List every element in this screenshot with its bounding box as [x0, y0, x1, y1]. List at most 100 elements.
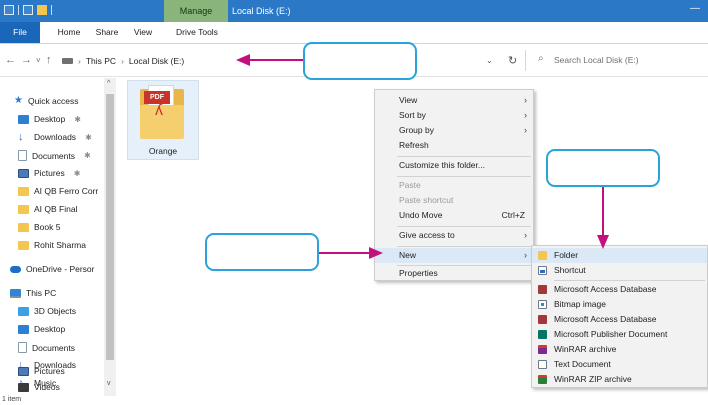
nav-this-pc[interactable]: This PC — [10, 288, 114, 298]
menu-separator — [554, 280, 705, 281]
nav-item-label: Pictures — [34, 168, 65, 178]
submenu-item-winrar-archive[interactable]: WinRAR archive — [532, 342, 707, 357]
menu-item-sort-by[interactable]: Sort by › — [375, 108, 533, 123]
nav-item-label: AI QB Final — [34, 204, 78, 214]
tab-share[interactable]: Share — [90, 22, 124, 43]
folder-icon — [18, 186, 29, 196]
video-icon — [18, 382, 29, 392]
cube-icon — [18, 306, 29, 316]
menu-item-group-by[interactable]: Group by › — [375, 123, 533, 138]
chevron-down-icon[interactable]: ⌄ — [486, 56, 493, 65]
folder-icon — [18, 222, 29, 232]
nav-onedrive[interactable]: OneDrive - Persor — [10, 264, 114, 274]
breadcrumb-this-pc[interactable]: This PC — [86, 56, 116, 66]
chevron-right-icon: › — [524, 110, 527, 120]
nav-item-label: Pictures — [34, 366, 65, 376]
search-placeholder: Search Local Disk (E:) — [554, 55, 639, 65]
access-icon — [538, 285, 547, 294]
submenu-item-text-document[interactable]: Text Document — [532, 357, 707, 372]
menu-item-paste-shortcut[interactable]: Paste shortcut — [375, 193, 533, 208]
tab-file[interactable]: File — [0, 22, 40, 43]
callout-box-new — [205, 233, 319, 271]
scroll-up-icon[interactable]: ^ — [107, 80, 110, 87]
arrow-to-folder-item — [597, 187, 609, 249]
nav-item-label: Videos — [34, 382, 60, 392]
cloud-icon — [10, 265, 21, 273]
drive-icon — [62, 58, 73, 64]
submenu-item-bitmap-image[interactable]: Bitmap image — [532, 297, 707, 312]
publisher-icon — [538, 330, 547, 339]
back-icon[interactable]: ← — [5, 54, 16, 66]
chevron-right-icon[interactable]: › — [78, 56, 81, 66]
star-icon: ★ — [14, 96, 23, 106]
navigation-pane: ★ Quick access Desktop ✱ ↓ Downloads ✱ D… — [0, 78, 116, 396]
breadcrumb-local-disk[interactable]: Local Disk (E:) — [129, 56, 184, 66]
nav-item-label: Rohit Sharma — [34, 240, 86, 250]
menu-item-customize-folder[interactable]: Customize this folder... — [375, 158, 533, 173]
file-item-orange[interactable]: PDF ʎ Orange — [127, 80, 199, 160]
nav-item-label: 3D Objects — [34, 306, 77, 316]
computer-icon — [10, 288, 21, 298]
new-submenu: Folder Shortcut Microsoft Access Databas… — [531, 245, 708, 388]
submenu-item-winrar-zip[interactable]: WinRAR ZIP archive — [532, 372, 707, 387]
nav-item-label: Quick access — [27, 96, 79, 106]
nav-item-label: This PC — [26, 288, 57, 298]
scroll-down-icon[interactable]: v — [107, 380, 111, 387]
pin-icon: ✱ — [74, 114, 81, 124]
manage-tab[interactable]: Manage — [164, 0, 228, 22]
status-item-count: 1 item — [2, 396, 22, 403]
nav-item-label: Downloads — [34, 132, 77, 142]
submenu-item-publisher-document[interactable]: Microsoft Publisher Document — [532, 327, 707, 342]
shortcut-text: Ctrl+Z — [501, 210, 525, 220]
chevron-right-icon: › — [524, 230, 527, 240]
tab-drive-tools[interactable]: Drive Tools — [168, 22, 226, 43]
pin-icon: ✱ — [73, 168, 81, 178]
ribbon-tabs: File Home Share View Drive Tools — [0, 22, 708, 44]
nav-quick-access[interactable]: ★ Quick access — [14, 96, 118, 106]
menu-separator — [397, 156, 531, 157]
download-icon: ↓ — [18, 132, 24, 142]
menu-separator — [397, 176, 531, 177]
refresh-icon[interactable]: ↻ — [508, 54, 517, 67]
submenu-item-folder[interactable]: Folder — [532, 248, 707, 263]
submenu-item-access-database-2[interactable]: Microsoft Access Database — [532, 312, 707, 327]
callout-box-folder — [546, 149, 660, 187]
tab-home[interactable]: Home — [52, 22, 86, 43]
nav-scrollbar[interactable]: ^ v — [104, 78, 116, 396]
window-title: Local Disk (E:) — [232, 6, 291, 16]
search-box[interactable]: ⌕ Search Local Disk (E:) — [525, 50, 708, 71]
chevron-right-icon[interactable]: › — [121, 56, 124, 66]
text-document-icon — [538, 360, 547, 369]
bitmap-icon — [538, 300, 547, 309]
menu-item-give-access[interactable]: Give access to › — [375, 228, 533, 243]
up-icon[interactable]: ↑ — [46, 54, 52, 66]
minimize-button[interactable]: — — [690, 3, 700, 14]
search-icon: ⌕ — [538, 53, 544, 64]
submenu-item-shortcut[interactable]: Shortcut — [532, 263, 707, 278]
menu-item-view[interactable]: View › — [375, 93, 533, 108]
callout-box-address — [303, 42, 417, 80]
document-icon — [18, 150, 27, 161]
properties-icon[interactable] — [23, 5, 33, 15]
menu-item-properties[interactable]: Properties — [375, 266, 533, 281]
tab-view[interactable]: View — [128, 22, 158, 43]
menu-item-paste[interactable]: Paste — [375, 178, 533, 193]
nav-item-label: Desktop — [34, 114, 66, 124]
submenu-item-access-database[interactable]: Microsoft Access Database — [532, 282, 707, 297]
nav-item-label: Documents — [32, 342, 75, 353]
scroll-thumb[interactable] — [106, 94, 114, 360]
nav-item-label: Documents — [32, 150, 75, 161]
new-folder-icon[interactable] — [37, 5, 47, 15]
pin-icon: ✱ — [85, 132, 92, 142]
folder-icon — [538, 251, 547, 260]
pictures-icon — [18, 168, 29, 178]
menu-item-undo-move[interactable]: Undo Move Ctrl+Z — [375, 208, 533, 223]
nav-item-label: Book 5 — [34, 222, 61, 232]
recent-locations-icon[interactable]: ˅ — [36, 56, 41, 65]
forward-icon[interactable]: → — [21, 54, 32, 66]
menu-item-refresh[interactable]: Refresh — [375, 138, 533, 153]
menu-item-new[interactable]: New › — [375, 248, 533, 263]
toolbar-divider — [18, 5, 19, 15]
save-icon[interactable] — [4, 5, 14, 15]
pictures-icon — [18, 366, 29, 376]
